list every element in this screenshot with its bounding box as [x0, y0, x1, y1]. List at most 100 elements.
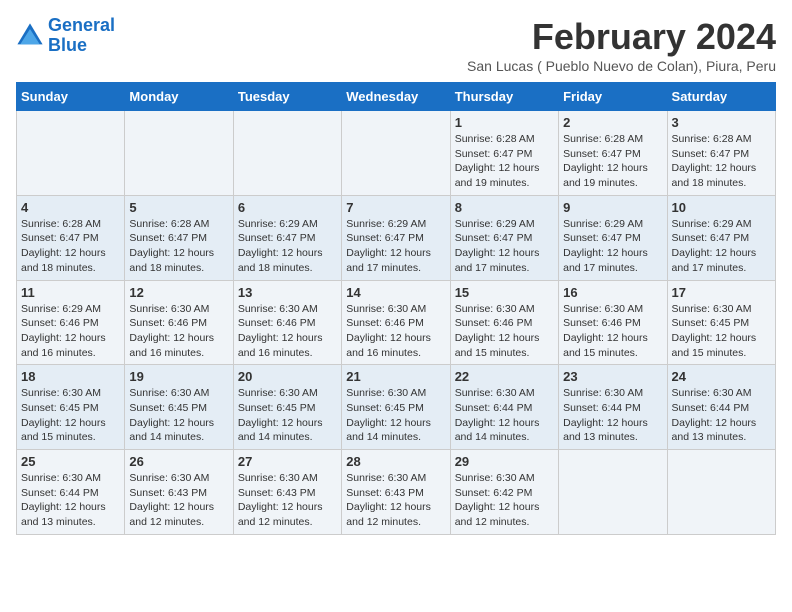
calendar-cell: 21 Sunrise: 6:30 AMSunset: 6:45 PMDayligh… [342, 365, 450, 450]
calendar-cell [342, 111, 450, 196]
day-number: 2 [563, 115, 662, 130]
day-number: 22 [455, 369, 554, 384]
day-number: 26 [129, 454, 228, 469]
day-number: 4 [21, 200, 120, 215]
calendar-cell: 7 Sunrise: 6:29 AMSunset: 6:47 PMDaylight… [342, 195, 450, 280]
day-number: 6 [238, 200, 337, 215]
calendar-cell: 1Sunrise: 6:28 AMSunset: 6:47 PMDaylight… [450, 111, 558, 196]
calendar-body: 1 Sunrise: 6:28 AMSunset: 6:47 PMDaylight… [17, 111, 776, 535]
day-info: Sunrise: 6:30 AMSunset: 6:46 PMDaylight:… [238, 302, 337, 361]
day-number: 18 [21, 369, 120, 384]
day-info: Sunrise: 6:30 AMSunset: 6:44 PMDaylight:… [672, 386, 771, 445]
calendar-cell: 25 Sunrise: 6:30 AMSunset: 6:44 PMDayligh… [17, 450, 125, 535]
day-number: 5 [129, 200, 228, 215]
day-info: Sunrise: 6:28 AMSunset: 6:47 PMDaylight:… [21, 217, 120, 276]
day-info: Sunrise: 6:30 AMSunset: 6:46 PMDaylight:… [346, 302, 445, 361]
title-block: February 2024 San Lucas ( Pueblo Nuevo d… [467, 16, 776, 74]
day-number: 16 [563, 285, 662, 300]
day-info: Sunrise: 6:30 AMSunset: 6:46 PMDaylight:… [455, 302, 554, 361]
header-cell-saturday: Saturday [667, 83, 775, 111]
day-info: Sunrise: 6:28 AMSunset: 6:47 PMDaylight:… [672, 132, 771, 191]
day-info: Sunrise: 6:30 AMSunset: 6:45 PMDaylight:… [21, 386, 120, 445]
day-info: Sunrise: 6:29 AMSunset: 6:47 PMDaylight:… [672, 217, 771, 276]
header-row: SundayMondayTuesdayWednesdayThursdayFrid… [17, 83, 776, 111]
logo-icon [16, 22, 44, 50]
calendar-cell: 13 Sunrise: 6:30 AMSunset: 6:46 PMDayligh… [233, 280, 341, 365]
day-info: Sunrise: 6:30 AMSunset: 6:46 PMDaylight:… [563, 302, 662, 361]
calendar-week-3: 11Sunrise: 6:29 AMSunset: 6:46 PMDayligh… [17, 280, 776, 365]
page-subtitle: San Lucas ( Pueblo Nuevo de Colan), Piur… [467, 58, 776, 74]
day-info: Sunrise: 6:30 AMSunset: 6:46 PMDaylight:… [129, 302, 228, 361]
calendar-header: SundayMondayTuesdayWednesdayThursdayFrid… [17, 83, 776, 111]
day-number: 1 [455, 115, 554, 130]
header-cell-monday: Monday [125, 83, 233, 111]
logo-text: General Blue [48, 16, 115, 56]
day-info: Sunrise: 6:30 AMSunset: 6:44 PMDaylight:… [563, 386, 662, 445]
calendar-cell: 12Sunrise: 6:30 AMSunset: 6:46 PMDayligh… [125, 280, 233, 365]
calendar-week-1: 1 Sunrise: 6:28 AMSunset: 6:47 PMDaylight… [17, 111, 776, 196]
day-info: Sunrise: 6:30 AMSunset: 6:45 PMDaylight:… [672, 302, 771, 361]
page-title: February 2024 [467, 16, 776, 58]
calendar-cell [233, 111, 341, 196]
calendar-cell [125, 111, 233, 196]
day-number: 29 [455, 454, 554, 469]
calendar-cell: 29 Sunrise: 6:30 AMSunset: 6:42 PMDayligh… [450, 450, 558, 535]
calendar-cell [17, 111, 125, 196]
calendar-cell: 11Sunrise: 6:29 AMSunset: 6:46 PMDayligh… [17, 280, 125, 365]
day-number: 17 [672, 285, 771, 300]
calendar-cell: 20Sunrise: 6:30 AMSunset: 6:45 PMDayligh… [233, 365, 341, 450]
calendar-cell: 8 Sunrise: 6:29 AMSunset: 6:47 PMDaylight… [450, 195, 558, 280]
page-header: General Blue February 2024 San Lucas ( P… [16, 16, 776, 74]
calendar-cell: 6 Sunrise: 6:29 AMSunset: 6:47 PMDaylight… [233, 195, 341, 280]
day-info: Sunrise: 6:28 AMSunset: 6:47 PMDaylight:… [563, 132, 662, 191]
day-number: 21 [346, 369, 445, 384]
calendar-cell [667, 450, 775, 535]
calendar-cell: 16 Sunrise: 6:30 AMSunset: 6:46 PMDayligh… [559, 280, 667, 365]
calendar-cell: 10 Sunrise: 6:29 AMSunset: 6:47 PMDayligh… [667, 195, 775, 280]
day-info: Sunrise: 6:30 AMSunset: 6:44 PMDaylight:… [455, 386, 554, 445]
day-number: 9 [563, 200, 662, 215]
calendar-cell: 15Sunrise: 6:30 AMSunset: 6:46 PMDayligh… [450, 280, 558, 365]
calendar-cell: 3 Sunrise: 6:28 AMSunset: 6:47 PMDaylight… [667, 111, 775, 196]
day-info: Sunrise: 6:30 AMSunset: 6:42 PMDaylight:… [455, 471, 554, 530]
calendar-cell: 2 Sunrise: 6:28 AMSunset: 6:47 PMDaylight… [559, 111, 667, 196]
logo-line2: Blue [48, 35, 87, 55]
day-number: 23 [563, 369, 662, 384]
logo-line1: General [48, 15, 115, 35]
day-info: Sunrise: 6:30 AMSunset: 6:45 PMDaylight:… [346, 386, 445, 445]
day-info: Sunrise: 6:30 AMSunset: 6:43 PMDaylight:… [129, 471, 228, 530]
day-info: Sunrise: 6:29 AMSunset: 6:47 PMDaylight:… [455, 217, 554, 276]
calendar-cell: 5Sunrise: 6:28 AMSunset: 6:47 PMDaylight… [125, 195, 233, 280]
calendar-cell: 24 Sunrise: 6:30 AMSunset: 6:44 PMDayligh… [667, 365, 775, 450]
header-cell-friday: Friday [559, 83, 667, 111]
day-number: 11 [21, 285, 120, 300]
day-info: Sunrise: 6:30 AMSunset: 6:45 PMDaylight:… [129, 386, 228, 445]
header-cell-sunday: Sunday [17, 83, 125, 111]
day-info: Sunrise: 6:29 AMSunset: 6:47 PMDaylight:… [238, 217, 337, 276]
calendar-cell: 18 Sunrise: 6:30 AMSunset: 6:45 PMDayligh… [17, 365, 125, 450]
day-info: Sunrise: 6:30 AMSunset: 6:45 PMDaylight:… [238, 386, 337, 445]
day-number: 25 [21, 454, 120, 469]
calendar-cell: 14Sunrise: 6:30 AMSunset: 6:46 PMDayligh… [342, 280, 450, 365]
calendar-cell: 27Sunrise: 6:30 AMSunset: 6:43 PMDayligh… [233, 450, 341, 535]
calendar-table: SundayMondayTuesdayWednesdayThursdayFrid… [16, 82, 776, 535]
calendar-week-4: 18 Sunrise: 6:30 AMSunset: 6:45 PMDayligh… [17, 365, 776, 450]
day-number: 13 [238, 285, 337, 300]
day-info: Sunrise: 6:29 AMSunset: 6:47 PMDaylight:… [346, 217, 445, 276]
calendar-cell: 22 Sunrise: 6:30 AMSunset: 6:44 PMDayligh… [450, 365, 558, 450]
day-number: 8 [455, 200, 554, 215]
calendar-cell: 17 Sunrise: 6:30 AMSunset: 6:45 PMDayligh… [667, 280, 775, 365]
calendar-cell [559, 450, 667, 535]
day-number: 3 [672, 115, 771, 130]
calendar-cell: 9 Sunrise: 6:29 AMSunset: 6:47 PMDaylight… [559, 195, 667, 280]
calendar-cell: 26 Sunrise: 6:30 AMSunset: 6:43 PMDayligh… [125, 450, 233, 535]
day-number: 10 [672, 200, 771, 215]
day-number: 27 [238, 454, 337, 469]
calendar-cell: 28Sunrise: 6:30 AMSunset: 6:43 PMDayligh… [342, 450, 450, 535]
day-number: 7 [346, 200, 445, 215]
header-cell-thursday: Thursday [450, 83, 558, 111]
day-info: Sunrise: 6:30 AMSunset: 6:44 PMDaylight:… [21, 471, 120, 530]
calendar-cell: 19Sunrise: 6:30 AMSunset: 6:45 PMDayligh… [125, 365, 233, 450]
day-info: Sunrise: 6:29 AMSunset: 6:47 PMDaylight:… [563, 217, 662, 276]
day-number: 24 [672, 369, 771, 384]
